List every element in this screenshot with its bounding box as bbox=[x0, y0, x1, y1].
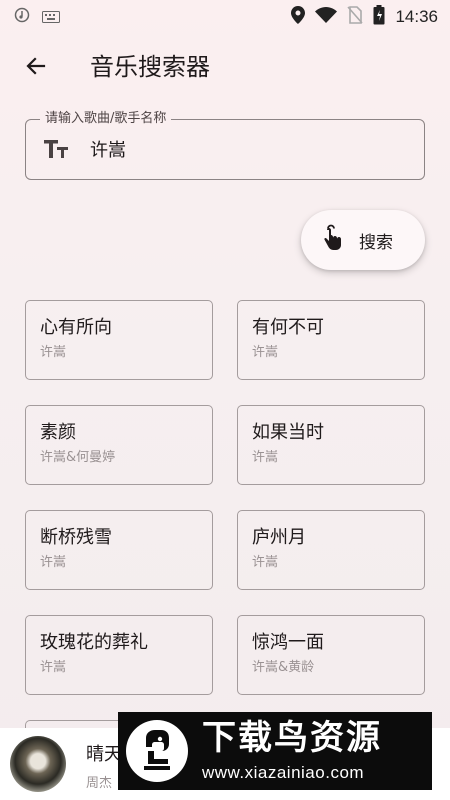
music-note-icon bbox=[14, 7, 30, 27]
page-title: 音乐搜索器 bbox=[90, 53, 210, 81]
text-fields-icon bbox=[42, 137, 70, 165]
back-button[interactable] bbox=[18, 50, 54, 86]
song-artist: 许嵩 bbox=[40, 555, 67, 570]
song-artist: 许嵩 bbox=[252, 345, 279, 360]
album-cover[interactable] bbox=[10, 736, 66, 792]
no-sim-icon bbox=[347, 6, 364, 28]
song-artist: 许嵩&黄龄 bbox=[252, 660, 315, 675]
watermark-banner: 下载鸟资源 www.xiazainiao.com bbox=[118, 712, 432, 790]
touch-hand-icon bbox=[319, 224, 345, 256]
song-card[interactable]: 庐州月 许嵩 bbox=[237, 510, 425, 590]
now-playing-artist: 周杰 bbox=[86, 776, 113, 791]
song-artist: 许嵩 bbox=[40, 345, 67, 360]
song-title: 心有所向 bbox=[40, 317, 112, 338]
song-artist: 许嵩&何曼婷 bbox=[40, 450, 116, 465]
song-artist: 许嵩 bbox=[252, 450, 279, 465]
location-icon bbox=[291, 6, 306, 28]
song-card[interactable]: 有何不可 许嵩 bbox=[237, 300, 425, 380]
keyboard-icon bbox=[42, 8, 60, 27]
song-title: 惊鸿一面 bbox=[252, 632, 324, 653]
search-input[interactable] bbox=[90, 134, 400, 164]
status-time: 14:36 bbox=[395, 7, 438, 26]
status-bar: 14:36 bbox=[0, 0, 450, 32]
bird-logo-icon bbox=[124, 718, 190, 784]
song-card[interactable]: 素颜 许嵩&何曼婷 bbox=[25, 405, 213, 485]
search-button-label: 搜索 bbox=[359, 232, 393, 253]
arrow-back-icon bbox=[24, 54, 48, 82]
now-playing-title: 晴天 bbox=[86, 744, 122, 765]
battery-icon bbox=[373, 5, 385, 29]
wifi-icon bbox=[315, 7, 338, 27]
song-title: 断桥残雪 bbox=[40, 527, 112, 548]
song-title: 如果当时 bbox=[252, 422, 324, 443]
song-artist: 许嵩 bbox=[252, 555, 279, 570]
song-title: 庐州月 bbox=[252, 527, 306, 548]
song-title: 玫瑰花的葬礼 bbox=[40, 632, 148, 653]
song-title: 有何不可 bbox=[252, 317, 324, 338]
search-field-label: 请输入歌曲/歌手名称 bbox=[40, 110, 172, 128]
search-button[interactable]: 搜索 bbox=[301, 210, 425, 270]
song-card[interactable]: 惊鸿一面 许嵩&黄龄 bbox=[237, 615, 425, 695]
watermark-title: 下载鸟资源 bbox=[202, 718, 382, 758]
song-artist: 许嵩 bbox=[40, 660, 67, 675]
search-field[interactable]: 请输入歌曲/歌手名称 bbox=[25, 110, 425, 180]
song-card[interactable]: 断桥残雪 许嵩 bbox=[25, 510, 213, 590]
song-card[interactable]: 如果当时 许嵩 bbox=[237, 405, 425, 485]
song-card[interactable]: 心有所向 许嵩 bbox=[25, 300, 213, 380]
song-title: 素颜 bbox=[40, 422, 76, 443]
song-card[interactable]: 玫瑰花的葬礼 许嵩 bbox=[25, 615, 213, 695]
watermark-url: www.xiazainiao.com bbox=[202, 763, 365, 782]
